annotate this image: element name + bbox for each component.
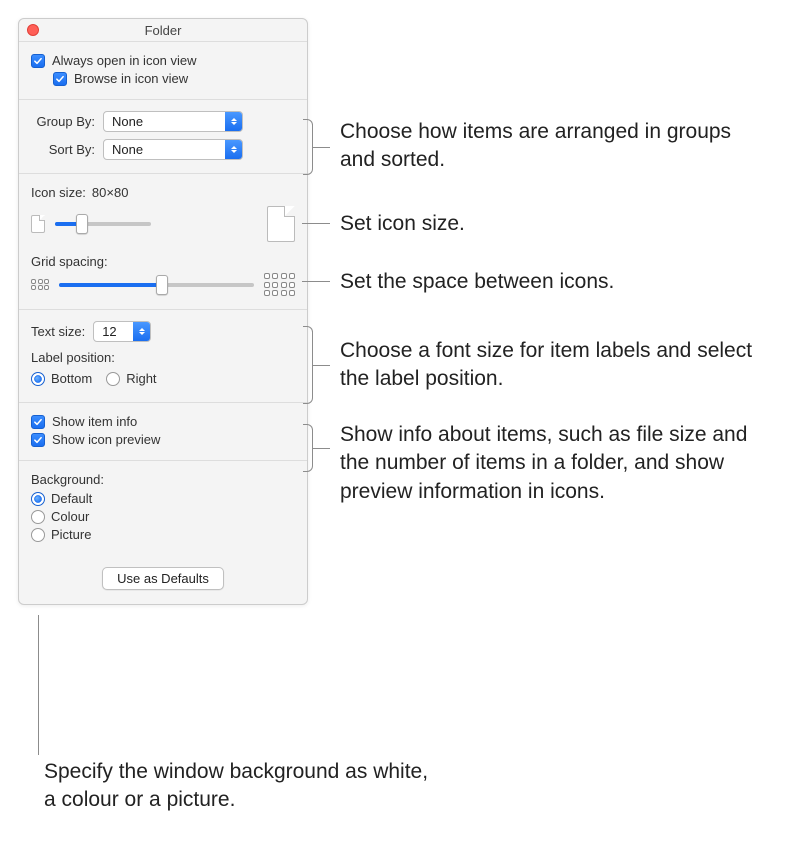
radio-icon [31,528,45,542]
checkbox-label: Browse in icon view [74,71,188,86]
callout-leader [38,615,39,755]
radio-icon [106,372,120,386]
icon-size-slider[interactable] [55,222,151,226]
callout-text-label: Choose a font size for item labels and s… [340,337,770,394]
grid-loose-icon [264,273,296,296]
file-icon [31,215,45,233]
chevron-up-down-icon [133,322,150,341]
checkbox-always-open[interactable]: Always open in icon view [31,53,295,68]
section-view-mode: Always open in icon view Browse in icon … [19,42,307,100]
callout-grid-spacing: Set the space between icons. [340,268,614,296]
callout-leader [313,448,330,449]
radio-label: Picture [51,527,91,542]
checkbox-label: Always open in icon view [52,53,197,68]
chevron-up-down-icon [225,112,242,131]
callout-leader [313,365,330,366]
checkmark-icon [31,54,45,68]
radio-default[interactable]: Default [31,491,295,506]
section-background: Background: Default Colour Picture [19,461,307,549]
radio-label: Colour [51,509,89,524]
footer: Use as Defaults [19,549,307,604]
grid-spacing-slider[interactable] [59,283,254,287]
radio-colour[interactable]: Colour [31,509,295,524]
checkbox-label: Show icon preview [52,432,160,447]
sort-by-popup[interactable]: None [103,139,243,160]
use-as-defaults-button[interactable]: Use as Defaults [102,567,224,590]
section-info: Show item info Show icon preview [19,403,307,461]
checkbox-show-item-info[interactable]: Show item info [31,414,295,429]
text-size-popup[interactable]: 12 [93,321,151,342]
radio-icon [31,492,45,506]
button-label: Use as Defaults [117,571,209,586]
section-sort: Group By: None Sort By: None [19,100,307,174]
label-position-label: Label position: [31,350,115,365]
radio-picture[interactable]: Picture [31,527,295,542]
window-title: Folder [19,23,307,38]
checkbox-browse-in-icon[interactable]: Browse in icon view [31,71,295,86]
callout-bracket [303,326,313,404]
radio-right[interactable]: Right [106,371,156,386]
popup-value: None [112,142,143,157]
radio-label: Bottom [51,371,92,386]
titlebar: Folder [19,19,307,42]
callout-icon-size: Set icon size. [340,210,465,238]
icon-size-value: 80×80 [92,185,129,200]
checkbox-show-icon-preview[interactable]: Show icon preview [31,432,295,447]
checkmark-icon [53,72,67,86]
text-size-label: Text size: [31,324,85,339]
callout-item-info: Show info about items, such as file size… [340,421,770,506]
chevron-up-down-icon [225,140,242,159]
radio-bottom[interactable]: Bottom [31,371,92,386]
popup-value: 12 [102,324,116,339]
callout-leader [313,147,330,148]
checkbox-label: Show item info [52,414,137,429]
callout-sort: Choose how items are arranged in groups … [340,118,770,175]
icon-size-label: Icon size: [31,185,86,200]
popup-value: None [112,114,143,129]
section-text: Text size: 12 Label position: Bottom Rig… [19,310,307,403]
callout-bracket [303,424,313,472]
callout-background: Specify the window background as white, … [44,758,444,815]
grid-spacing-label: Grid spacing: [31,254,108,269]
callout-leader [302,281,330,282]
checkmark-icon [31,415,45,429]
section-icon-size: Icon size: 80×80 Grid spacing: [19,174,307,310]
grid-tight-icon [31,279,49,291]
radio-label: Right [126,371,156,386]
callout-bracket [303,119,313,175]
radio-label: Default [51,491,92,506]
group-by-popup[interactable]: None [103,111,243,132]
radio-icon [31,510,45,524]
sort-by-label: Sort By: [31,142,103,157]
group-by-label: Group By: [31,114,103,129]
background-heading: Background: [31,472,104,487]
file-icon [267,206,295,242]
view-options-panel: Folder Always open in icon view Browse i… [18,18,308,605]
callout-leader [302,223,330,224]
radio-icon [31,372,45,386]
checkmark-icon [31,433,45,447]
